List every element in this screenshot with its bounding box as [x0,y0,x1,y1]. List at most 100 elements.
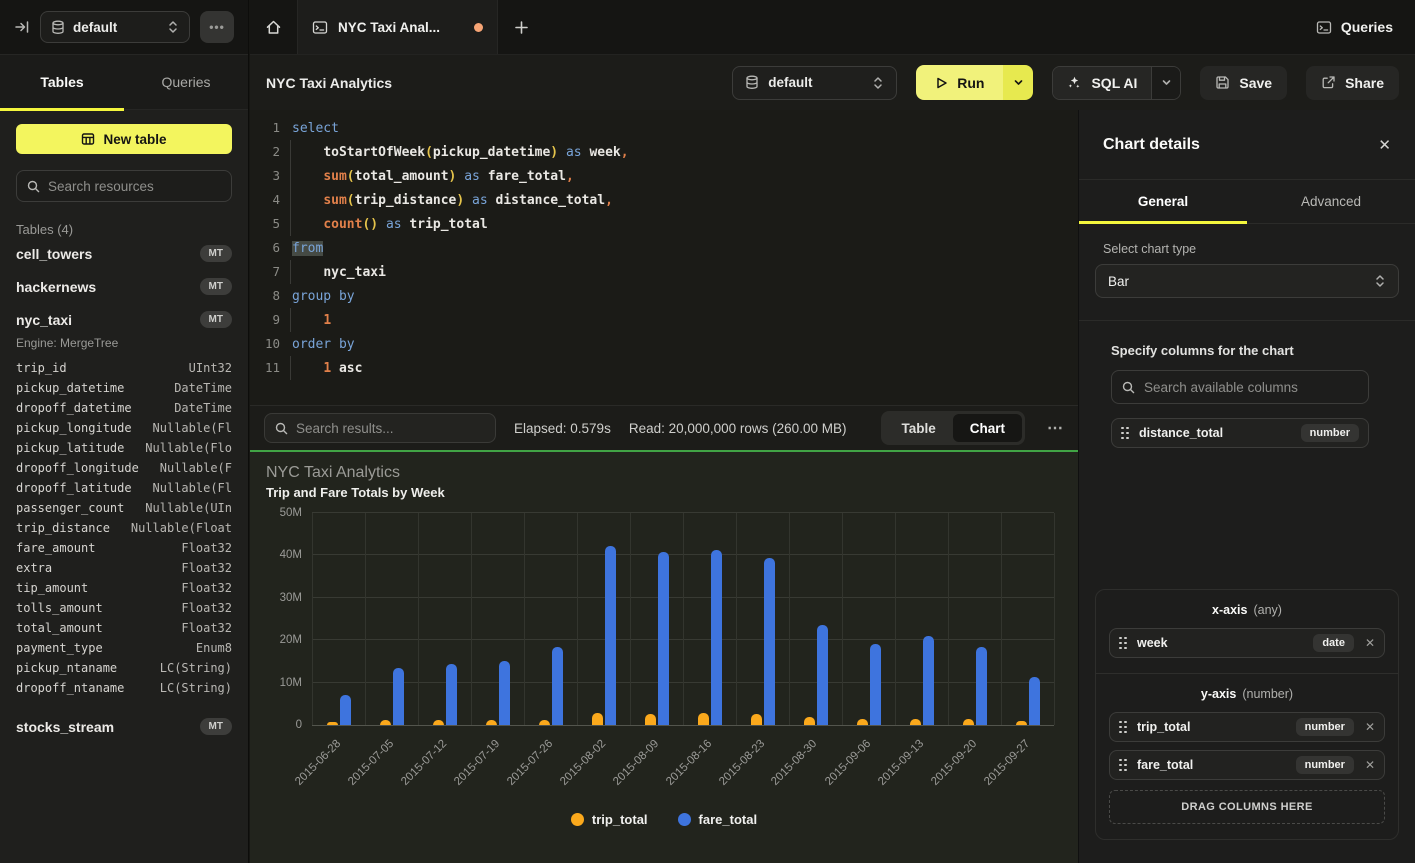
trip_total-bar [592,713,603,725]
share-button[interactable]: Share [1306,66,1399,100]
table-row-hackernews[interactable]: hackernews MT [16,270,232,303]
code-line[interactable]: 5 count() as trip_total [250,212,1078,236]
trip_total-bar [751,714,762,725]
remove-column-icon[interactable]: ✕ [1365,636,1375,650]
sidebar-database-value: default [73,20,117,35]
table-name: cell_towers [16,246,92,262]
tab-general[interactable]: General [1079,180,1247,223]
search-icon [1122,381,1135,394]
run-options-button[interactable] [1003,65,1033,100]
tab-advanced[interactable]: Advanced [1247,180,1415,223]
remove-column-icon[interactable]: ✕ [1365,720,1375,734]
column-chip-distance_total[interactable]: distance_totalnumber [1111,418,1369,448]
database-icon [51,20,65,35]
run-button[interactable]: Run [916,65,1003,100]
toolbar-database-selector[interactable]: default [732,66,897,100]
tab-tables[interactable]: Tables [0,55,124,109]
rows-read: Read: 20,000,000 rows (260.00 MB) [629,421,847,436]
column-chip-name: trip_total [1137,720,1190,734]
columns-search-input[interactable] [1144,380,1358,395]
view-toggle-chart[interactable]: Chart [953,414,1022,442]
run-button-group: Run [916,65,1033,100]
sidebar-more-button[interactable]: ••• [200,11,234,43]
drag-handle-icon[interactable] [1119,721,1128,734]
code-line[interactable]: 4 sum(trip_distance) as distance_total, [250,188,1078,212]
columns-search[interactable] [1111,370,1369,404]
table-name: nyc_taxi [16,312,72,328]
table-row-cell-towers[interactable]: cell_towers MT [16,237,232,270]
column-row[interactable]: fare_amountFloat32 [16,538,232,558]
play-icon [935,76,948,90]
view-toggle-table[interactable]: Table [884,414,952,442]
sql-ai-button[interactable]: SQL AI [1053,67,1151,99]
code-line[interactable]: 9 1 [250,308,1078,332]
results-search[interactable] [264,413,496,443]
code-line[interactable]: 7 nyc_taxi [250,260,1078,284]
column-row[interactable]: dropoff_longitudeNullable(F [16,458,232,478]
resource-search[interactable] [16,170,232,202]
close-icon[interactable]: ✕ [1378,136,1391,154]
bar-group [683,513,736,725]
column-row[interactable]: dropoff_datetimeDateTime [16,398,232,418]
sql-ai-options-button[interactable] [1151,67,1180,99]
new-tab-button[interactable] [498,0,544,54]
results-more-button[interactable]: ⋯ [1047,418,1064,438]
column-row[interactable]: trip_idUInt32 [16,358,232,378]
column-row[interactable]: trip_distanceNullable(Float [16,518,232,538]
fare_total-bar [817,625,828,725]
drag-handle-icon[interactable] [1119,637,1128,650]
column-chip-trip_total[interactable]: trip_totalnumber✕ [1109,712,1385,742]
column-row[interactable]: dropoff_ntanameLC(String) [16,678,232,698]
query-tab[interactable]: NYC Taxi Anal... [298,0,498,54]
drag-handle-icon[interactable] [1119,759,1128,772]
queries-button[interactable]: Queries [1316,0,1393,54]
sql-editor[interactable]: 1select2 toStartOfWeek(pickup_datetime) … [250,110,1078,405]
save-button[interactable]: Save [1200,66,1287,100]
code-line[interactable]: 3 sum(total_amount) as fare_total, [250,164,1078,188]
code-line[interactable]: 1select [250,116,1078,140]
home-button[interactable] [250,0,298,54]
new-table-button[interactable]: New table [16,124,232,154]
new-table-label: New table [103,132,166,147]
tables-count-label: Tables (4) [16,222,232,237]
trip_total-bar [486,720,497,725]
column-row[interactable]: payment_typeEnum8 [16,638,232,658]
drag-handle-icon[interactable] [1121,427,1130,440]
column-row[interactable]: passenger_countNullable(UIn [16,498,232,518]
drag-columns-dropzone[interactable]: DRAG COLUMNS HERE [1109,790,1385,824]
column-row[interactable]: tip_amountFloat32 [16,578,232,598]
bar-group [789,513,842,725]
search-icon [275,422,288,435]
results-search-input[interactable] [296,421,485,436]
sidebar-database-selector[interactable]: default [40,11,190,43]
fare_total-bar [393,668,404,725]
remove-column-icon[interactable]: ✕ [1365,758,1375,772]
fare_total-bar [658,552,669,725]
gridline [1054,513,1055,725]
column-row[interactable]: dropoff_latitudeNullable(Fl [16,478,232,498]
engine-badge: MT [200,278,232,295]
column-row[interactable]: tolls_amountFloat32 [16,598,232,618]
code-line[interactable]: 2 toStartOfWeek(pickup_datetime) as week… [250,140,1078,164]
chart-details-tabs: General Advanced [1079,180,1415,224]
chart-type-select[interactable]: Bar [1095,264,1399,298]
column-type-badge: number [1301,424,1359,442]
column-row[interactable]: pickup_datetimeDateTime [16,378,232,398]
table-row-nyc-taxi[interactable]: nyc_taxi MT [16,303,232,336]
column-row[interactable]: extraFloat32 [16,558,232,578]
collapse-sidebar-icon[interactable] [14,19,30,35]
code-line[interactable]: 10order by [250,332,1078,356]
resource-search-input[interactable] [48,179,221,194]
chart-x-labels: 2015-06-282015-07-052015-07-122015-07-19… [312,726,1054,812]
column-row[interactable]: pickup_ntanameLC(String) [16,658,232,678]
code-line[interactable]: 8group by [250,284,1078,308]
column-chip-week[interactable]: weekdate✕ [1109,628,1385,658]
table-row-stocks-stream[interactable]: stocks_stream MT [16,710,232,743]
column-row[interactable]: pickup_latitudeNullable(Flo [16,438,232,458]
column-chip-fare_total[interactable]: fare_totalnumber✕ [1109,750,1385,780]
column-row[interactable]: total_amountFloat32 [16,618,232,638]
tab-queries[interactable]: Queries [124,55,248,109]
column-row[interactable]: pickup_longitudeNullable(Fl [16,418,232,438]
code-line[interactable]: 11 1 asc [250,356,1078,380]
code-line[interactable]: 6from [250,236,1078,260]
